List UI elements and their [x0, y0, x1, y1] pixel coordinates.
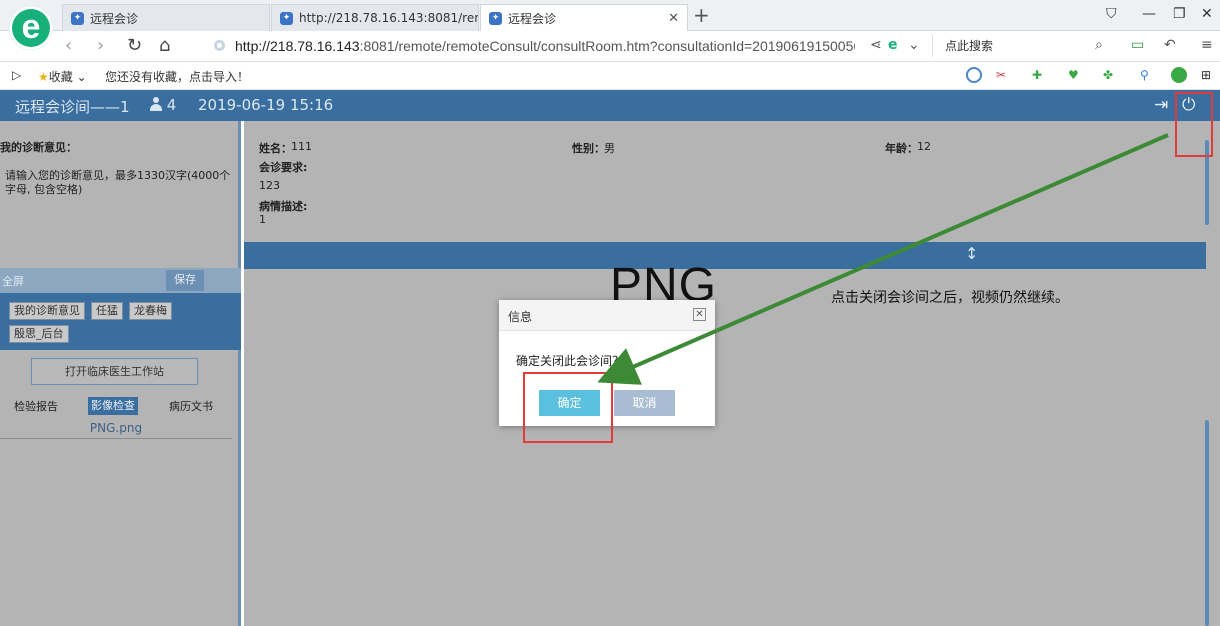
name-label: 姓名： — [259, 142, 292, 155]
restore-icon[interactable]: ❐ — [1173, 6, 1186, 22]
browser-tab-2[interactable]: ✦ http://218.78.16.143:8081/rem — [271, 4, 479, 31]
magnifier-extension-icon[interactable]: ⚲ — [1140, 68, 1149, 82]
name-value: 111 — [291, 140, 312, 153]
age-label: 年龄： — [885, 142, 918, 155]
dialog-title: 信息 — [508, 310, 533, 324]
gender-label: 性别： — [572, 142, 605, 155]
url-path: :8081/remote/remoteConsult/consultRoom.h… — [359, 38, 855, 54]
skin-icon[interactable]: ⛉ — [1106, 6, 1117, 22]
chevron-down-icon[interactable]: ⌄ — [908, 37, 920, 53]
tab-close-icon[interactable]: ✕ — [668, 11, 679, 26]
url-field[interactable]: http://218.78.16.143:8081/remote/remoteC… — [235, 38, 855, 54]
participant-count-value: 4 — [166, 96, 177, 114]
participant-tags: 我的诊断意见 任猛 龙春梅 殷思_后台 — [0, 293, 241, 350]
patient-info-panel: 姓名： 111 性别： 男 年龄： 12 会诊要求: 123 病情描述: 1 — [244, 121, 1206, 242]
dialog-message: 确定关闭此会诊间？ — [516, 354, 625, 368]
share-icon[interactable]: ⋖ — [870, 37, 882, 53]
page-info-icon[interactable] — [214, 40, 225, 51]
save-button[interactable]: 保存 — [166, 270, 204, 291]
forward-icon[interactable]: › — [97, 35, 104, 56]
battery-icon[interactable]: ▭ — [1131, 37, 1144, 53]
participant-count: 4 — [150, 96, 176, 114]
consult-datetime: 2019-06-19 15:16 — [198, 96, 334, 114]
favorites-menu[interactable]: ★收藏 ⌄ — [38, 68, 87, 85]
menu-icon[interactable]: ≡ — [1201, 37, 1213, 53]
left-panel: 我的诊断意见： 请输入您的诊断意见，最多1330汉字(4000个字母, 包含空格… — [0, 121, 241, 626]
search-input[interactable]: 点此搜索 — [932, 35, 1118, 57]
home-icon[interactable]: ⌂ — [159, 35, 170, 56]
cancel-button[interactable]: 取消 — [614, 390, 675, 416]
tab-lab-reports[interactable]: 检验报告 — [14, 398, 58, 414]
game-extension-icon[interactable]: ✤ — [1103, 68, 1113, 82]
open-workstation-button[interactable]: 打开临床医生工作站 — [31, 358, 198, 385]
tab-imaging[interactable]: 影像检查 — [88, 397, 138, 415]
tab-title: http://218.78.16.143:8081/rem — [299, 11, 479, 25]
url-host: http://218.78.16.143 — [235, 38, 360, 54]
exit-icon[interactable]: ⇥ — [1154, 95, 1168, 115]
minimize-icon[interactable]: — — [1142, 6, 1156, 22]
site-favicon-icon: ✦ — [280, 11, 293, 25]
user-icon — [150, 97, 162, 111]
sidebar-toggle-icon[interactable]: ▷ — [12, 68, 21, 82]
browser-logo-icon: e — [9, 6, 53, 50]
opinion-title: 我的诊断意见： — [0, 141, 77, 154]
requirement-label: 会诊要求: — [259, 161, 308, 174]
favorites-label: 收藏 — [48, 70, 73, 84]
site-favicon-icon: ✦ — [71, 11, 84, 25]
tag-participant[interactable]: 任猛 — [91, 302, 123, 320]
opinion-textarea[interactable]: 请输入您的诊断意见，最多1330汉字(4000个字母, 包含空格) — [5, 169, 235, 197]
file-list-item[interactable]: PNG.png — [0, 419, 232, 439]
site-favicon-icon: ✦ — [489, 12, 502, 25]
favorites-bar: ▷ ★收藏 ⌄ 您还没有收藏，点击导入！ ✂ ✚ ♥ ✤ ⚲ ⊞ — [0, 62, 1220, 90]
screenshot-extension-icon[interactable]: ✂ — [996, 68, 1006, 82]
room-title: 远程会诊间——1 — [15, 98, 130, 116]
apps-grid-icon[interactable]: ⊞ — [1201, 68, 1211, 82]
zoom-out-extension-icon[interactable] — [966, 67, 982, 83]
tag-participant[interactable]: 殷思_后台 — [9, 325, 69, 343]
search-icon[interactable]: ⌕ — [1095, 37, 1103, 53]
panel-splitter[interactable]: ↕ — [244, 242, 1220, 269]
dialog-header: 信息 ✕ — [499, 300, 715, 331]
gender-value: 男 — [604, 142, 615, 155]
back-icon[interactable]: ‹ — [65, 35, 72, 56]
image-viewer — [244, 269, 1220, 626]
power-highlight-box — [1175, 92, 1213, 157]
new-tab-icon[interactable]: + — [693, 3, 710, 27]
pause-extension-icon[interactable] — [1171, 67, 1187, 83]
favorites-import-hint[interactable]: 您还没有收藏，点击导入！ — [105, 68, 249, 85]
tag-participant[interactable]: 龙春梅 — [129, 302, 172, 320]
annotation-note: 点击关闭会诊间之后，视频仍然继续。 — [831, 290, 1069, 306]
description-value: 1 — [259, 213, 266, 226]
tab-title: 远程会诊 — [508, 12, 557, 26]
browser-tab-3-active[interactable]: ✦ 远程会诊 ✕ — [480, 4, 688, 32]
address-bar: ‹ › ↻ ⌂ http://218.78.16.143:8081/remote… — [0, 31, 1220, 62]
resize-vertical-icon[interactable]: ↕ — [965, 244, 978, 263]
opinion-toolbar: 全屏 保存 — [0, 268, 241, 293]
viewer-scrollbar-thumb[interactable] — [1205, 420, 1209, 626]
undo-icon[interactable]: ↶ — [1164, 37, 1176, 53]
window-close-icon[interactable]: ✕ — [1201, 6, 1213, 22]
tab-medical-records[interactable]: 病历文书 — [169, 398, 213, 414]
browser-tab-1[interactable]: ✦ 远程会诊 — [62, 4, 270, 31]
fullscreen-link[interactable]: 全屏 — [2, 273, 24, 289]
requirement-value: 123 — [259, 179, 280, 192]
age-value: 12 — [917, 140, 931, 153]
consult-room-header: 远程会诊间——1 4 2019-06-19 15:16 ⇥ ⏻ — [0, 90, 1220, 121]
browser-tab-strip: e ✦ 远程会诊 ✦ http://218.78.16.143:8081/rem… — [0, 0, 1220, 50]
description-label: 病情描述: — [259, 200, 308, 213]
confirm-highlight-box — [523, 372, 613, 443]
star-icon: ★ — [38, 70, 49, 84]
shield-extension-icon[interactable]: ♥ — [1068, 68, 1079, 82]
dialog-close-icon[interactable]: ✕ — [693, 308, 706, 321]
tag-my-opinion[interactable]: 我的诊断意见 — [9, 302, 85, 320]
browser-mode-icon[interactable]: e — [888, 37, 898, 53]
tab-title: 远程会诊 — [90, 11, 139, 26]
refresh-icon[interactable]: ↻ — [127, 35, 142, 56]
add-extension-icon[interactable]: ✚ — [1032, 68, 1042, 82]
